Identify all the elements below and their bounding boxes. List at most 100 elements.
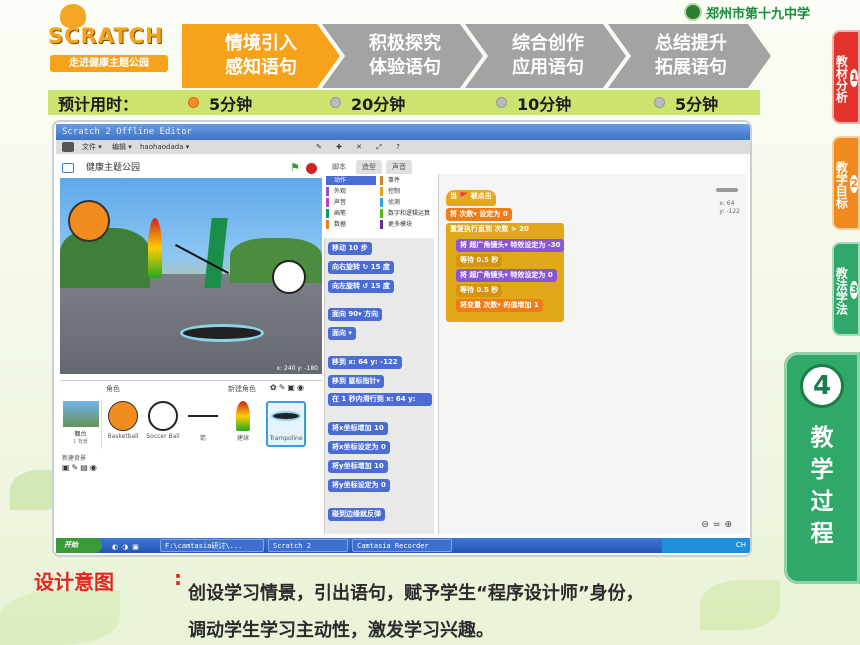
- palette-block[interactable]: 碰到边缘就反弹: [328, 508, 385, 521]
- intent-heading: 设计意图: [34, 570, 114, 594]
- dot-icon: [654, 97, 665, 108]
- step-4[interactable]: 总结提升 拓展语句: [626, 24, 756, 88]
- menu-edit[interactable]: 编辑 ▾: [112, 140, 132, 154]
- script-block-hat[interactable]: 当 🚩 被点击: [446, 190, 496, 206]
- script-block[interactable]: 等待 0.5 秒: [456, 284, 503, 297]
- trampoline-sprite[interactable]: [180, 324, 264, 342]
- cat-events[interactable]: 事件: [380, 176, 400, 185]
- palette-block[interactable]: 移动 10 步: [328, 242, 372, 255]
- new-sprite-icons[interactable]: ✿✎▣◉: [270, 383, 306, 392]
- zoom-controls[interactable]: ⊖=⊕: [701, 520, 736, 530]
- new-backdrop-icons[interactable]: ▣✎▤◉: [62, 463, 99, 472]
- step-4-line2: 拓展语句: [655, 57, 727, 78]
- soccer-ball-sprite[interactable]: [272, 260, 306, 294]
- sprite-basketball[interactable]: Basketball: [106, 401, 140, 447]
- sprite-name: Trampoline: [269, 435, 303, 442]
- tab-number: 1: [850, 68, 858, 87]
- time-item-2: 20分钟: [330, 91, 405, 115]
- cat-sound[interactable]: 声音: [326, 198, 346, 207]
- time-item-3: 10分钟: [496, 91, 571, 115]
- script-block[interactable]: 将 超广角镜头▾ 特效设定为 -30: [456, 239, 565, 252]
- script-block[interactable]: 将变量 次数▾ 的值增加 1: [456, 299, 543, 312]
- taskbar-item[interactable]: F:\camtasia研讨\...: [160, 539, 264, 552]
- stage-canvas[interactable]: x: 240 y: -180: [60, 178, 322, 374]
- green-flag-icon[interactable]: ⚑: [290, 162, 300, 174]
- script-block[interactable]: 将 超广角镜头▾ 特效设定为 0: [456, 269, 557, 282]
- cat-control[interactable]: 控制: [380, 187, 400, 196]
- sprite-shuttlecock[interactable]: 建球: [226, 401, 260, 447]
- sprite-soccer-ball[interactable]: Soccer Ball: [146, 401, 180, 447]
- side-tab-3[interactable]: 3 教法学法: [832, 242, 860, 336]
- cat-operators[interactable]: 数字和逻辑运算: [380, 209, 430, 218]
- tab-sounds[interactable]: 声音: [386, 160, 412, 174]
- step-2[interactable]: 积极探究 体验语句: [340, 24, 470, 88]
- system-tray: CH: [662, 538, 750, 553]
- stage-thumb[interactable]: 舞台 1 背景: [60, 399, 102, 449]
- palette-block[interactable]: 面向 ▾: [328, 327, 356, 340]
- menu-bar: 文件 ▾ 编辑 ▾ haohaodada ▾ ✎ ✚ ✕ ⤢ ?: [56, 140, 750, 154]
- tab-scripts[interactable]: 脚本: [326, 160, 352, 174]
- cat-data[interactable]: 数据: [326, 220, 346, 229]
- logo-subtitle: 走进健康主题公园: [50, 55, 168, 72]
- start-button[interactable]: 开始: [56, 538, 102, 553]
- window-titlebar: Scratch 2 Offline Editor: [56, 124, 750, 140]
- cat-more[interactable]: 更多模块: [380, 220, 412, 229]
- time-item-4: 5分钟: [654, 91, 718, 115]
- logo-title: SCRATCH: [48, 24, 164, 48]
- section-number: 4: [800, 364, 844, 408]
- dot-icon: [330, 97, 341, 108]
- current-section-tab[interactable]: 4 教学过程: [784, 352, 860, 584]
- sprite-arrow[interactable]: 箭: [186, 401, 220, 447]
- step-1-line1: 情境引入: [225, 33, 297, 54]
- section-label: 教学过程: [810, 425, 834, 547]
- cat-sensing[interactable]: 侦测: [380, 198, 400, 207]
- taskbar-item[interactable]: Camtasia Recorder: [352, 539, 452, 552]
- menu-file[interactable]: 文件 ▾: [82, 140, 102, 154]
- script-block[interactable]: 等待 0.5 秒: [456, 254, 503, 267]
- project-title[interactable]: 健康主题公园: [86, 158, 140, 178]
- palette-block[interactable]: 将y坐标设定为 0: [328, 479, 390, 492]
- palette-block[interactable]: 将x坐标设定为 0: [328, 441, 390, 454]
- palette-block[interactable]: 将x坐标增加 10: [328, 422, 388, 435]
- palette-block[interactable]: 面向 90▾ 方向: [328, 308, 383, 321]
- cat-motion[interactable]: 动作: [326, 176, 376, 185]
- step-3-line1: 综合创作: [512, 33, 584, 54]
- editor-tabs: 脚本 造型 声音: [326, 158, 746, 174]
- side-tab-2[interactable]: 2 教学目标: [832, 136, 860, 230]
- palette-block[interactable]: 将y坐标增加 10: [328, 460, 388, 473]
- tray-lang[interactable]: CH: [736, 541, 746, 549]
- time-value: 5分钟: [209, 94, 253, 114]
- school-label: 郑州市第十九中学: [706, 6, 811, 22]
- time-value: 5分钟: [675, 94, 719, 114]
- palette-block[interactable]: 在 1 秒内滑行到 x: 64 y:: [328, 393, 432, 406]
- fullscreen-icon[interactable]: [62, 163, 74, 173]
- palette-block[interactable]: 向左旋转 ↺ 15 度: [328, 280, 394, 293]
- quicklaunch-icons[interactable]: ◐◑▣: [112, 540, 143, 555]
- feather-sculpture: [148, 218, 162, 278]
- step-1[interactable]: 情境引入 感知语句: [192, 24, 330, 88]
- sprite-trampoline[interactable]: Trampoline: [266, 401, 306, 447]
- menu-user[interactable]: haohaodada ▾: [140, 140, 189, 154]
- cat-pen[interactable]: 画笔: [326, 209, 346, 218]
- palette-block[interactable]: 移到 鼠标指针▾: [328, 375, 384, 388]
- palette-block[interactable]: 向右旋转 ↻ 15 度: [328, 261, 394, 274]
- globe-icon[interactable]: [62, 142, 74, 152]
- sprite-name: Soccer Ball: [146, 433, 180, 440]
- step-3-line2: 应用语句: [512, 57, 584, 78]
- script-block[interactable]: 将 次数▾ 设定为 0: [446, 208, 512, 221]
- palette-block[interactable]: 移到 x: 64 y: -122: [328, 356, 402, 369]
- stage-header: 健康主题公园 ⚑: [60, 158, 322, 178]
- cat-looks[interactable]: 外观: [326, 187, 346, 196]
- step-3[interactable]: 综合创作 应用语句: [483, 24, 613, 88]
- side-tab-1[interactable]: 1 教材分析: [832, 30, 860, 124]
- block-categories: 动作 外观 声音 画笔 数据 事件 控制 侦测 数字和逻辑运算 更多模块: [324, 174, 436, 238]
- basketball-sprite[interactable]: [68, 200, 110, 242]
- taskbar-item[interactable]: Scratch 2 Offlin...: [268, 539, 348, 552]
- time-label: 预计用时：: [58, 94, 139, 114]
- tab-costumes[interactable]: 造型: [356, 160, 382, 174]
- scratch-screenshot: Scratch 2 Offline Editor 文件 ▾ 编辑 ▾ haoha…: [52, 120, 752, 557]
- intent-colon: :: [174, 566, 182, 590]
- stop-icon[interactable]: [306, 163, 317, 174]
- toolbar-icons[interactable]: ✎ ✚ ✕ ⤢ ?: [316, 140, 406, 154]
- active-dot-icon: [188, 97, 199, 108]
